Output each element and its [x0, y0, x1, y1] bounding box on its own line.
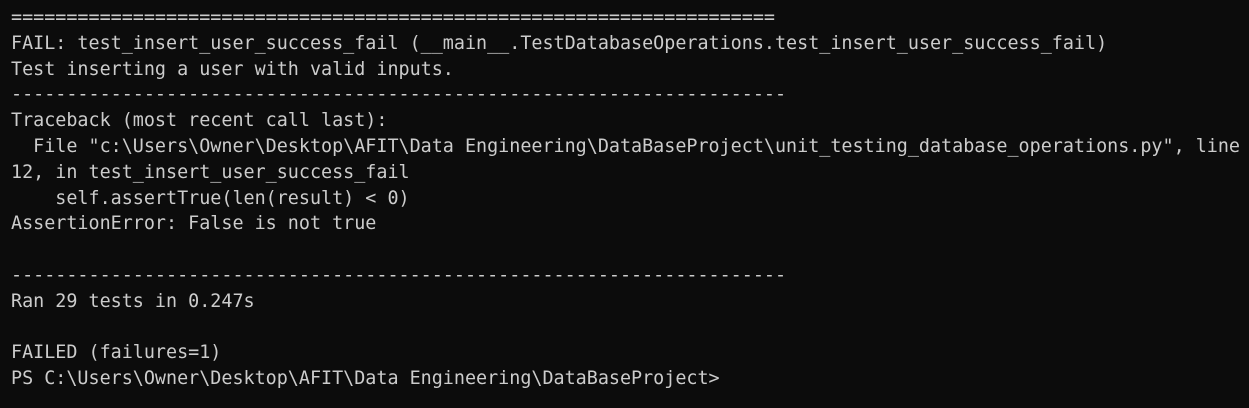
test-description-line: Test inserting a user with valid inputs.	[11, 58, 454, 80]
failed-summary-line: FAILED (failures=1)	[11, 342, 222, 364]
assertion-error-line: AssertionError: False is not true	[11, 213, 377, 235]
separator-double-line: ========================================…	[11, 7, 775, 28]
separator-line: ----------------------------------------…	[11, 84, 787, 106]
terminal-output[interactable]: ========================================…	[0, 0, 1249, 408]
fail-header-line: FAIL: test_insert_user_success_fail (__m…	[11, 32, 1108, 54]
tests-summary-line: Ran 29 tests in 0.247s	[11, 290, 255, 312]
powershell-prompt[interactable]: PS C:\Users\Owner\Desktop\AFIT\Data Engi…	[11, 366, 1249, 392]
traceback-header-line: Traceback (most recent call last):	[11, 110, 388, 132]
separator-line: ----------------------------------------…	[11, 264, 787, 286]
traceback-file-line-continued: 12, in test_insert_user_success_fail	[11, 161, 410, 183]
traceback-code-line: self.assertTrue(len(result) < 0)	[11, 187, 410, 209]
traceback-file-line: File "c:\Users\Owner\Desktop\AFIT\Data E…	[11, 135, 1241, 157]
